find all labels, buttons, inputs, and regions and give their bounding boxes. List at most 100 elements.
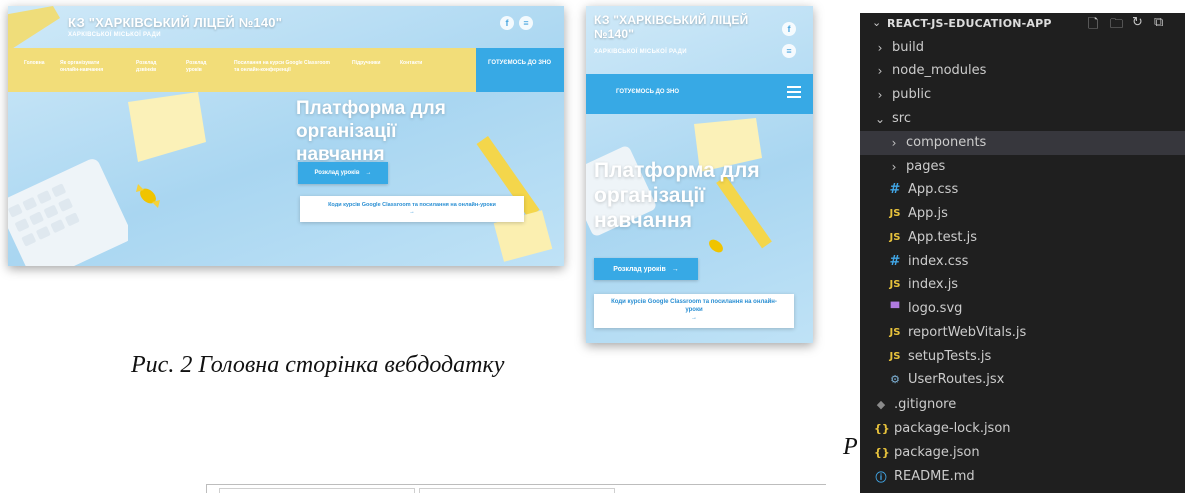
tree-item-label: src — [892, 111, 911, 127]
javascript-file-icon: JS — [889, 327, 901, 339]
folder-row[interactable]: › build — [860, 36, 1185, 60]
candy-decoration — [136, 184, 160, 208]
explorer-header[interactable]: ⌄ REACT-JS-EDUCATION-APP 🗋 🗀 ↻ ⧉ — [860, 13, 1185, 35]
schedule-button-label: Розклад уроків — [314, 170, 360, 176]
tree-item-label: reportWebVitals.js — [908, 325, 1027, 341]
file-row[interactable]: {} package.json — [860, 441, 1185, 465]
tree-item-label: pages — [906, 159, 946, 175]
chevron-down-icon[interactable]: ⌄ — [874, 112, 886, 126]
file-row[interactable]: ⓘ README.md — [860, 465, 1185, 489]
new-file-icon[interactable]: 🗋 — [1088, 15, 1098, 37]
folder-row[interactable]: › pages — [860, 155, 1185, 179]
javascript-file-icon: JS — [889, 279, 901, 291]
arrow-right-icon: → — [365, 170, 372, 176]
facebook-icon[interactable]: f — [782, 22, 796, 36]
css-file-icon: # — [889, 182, 901, 198]
table-cell — [219, 488, 415, 493]
tree-item-label: package-lock.json — [894, 421, 1011, 437]
file-row[interactable]: {} package-lock.json — [860, 417, 1185, 441]
schedule-button[interactable]: Розклад уроків → — [594, 258, 698, 280]
nav-item-online-learning[interactable]: Як організувати онлайн-навчання — [60, 60, 120, 73]
nav-cta-zno[interactable]: ГОТУЄМОСЬ ДО ЗНО — [476, 48, 564, 92]
react-gear-icon: ⚙ — [890, 373, 900, 387]
nav-item-bell-schedule[interactable]: Розклад дзвінків — [136, 60, 176, 73]
new-folder-icon[interactable]: 🗀 — [1110, 15, 1123, 37]
keyboard-decoration — [8, 159, 128, 266]
mobile-nav-bar: ГОТУЄМОСЬ ДО ЗНО — [586, 74, 813, 114]
nav-item-classroom-links[interactable]: Посилання на курси Google Classroom та о… — [234, 60, 334, 73]
tree-item-label: setupTests.js — [908, 349, 992, 365]
vscode-explorer-panel: ⌄ REACT-JS-EDUCATION-APP 🗋 🗀 ↻ ⧉ › build ›… — [860, 13, 1185, 493]
tree-item-label: build — [892, 40, 924, 56]
chevron-right-icon[interactable]: › — [874, 64, 886, 78]
tree-item-label: README.md — [894, 469, 975, 485]
folder-row[interactable]: › components — [860, 131, 1185, 155]
figure-caption: Рис. 2 Головна сторінка вебдодатку — [131, 352, 505, 378]
javascript-file-icon: JS — [889, 351, 901, 363]
file-row[interactable]: JS App.js — [860, 202, 1185, 226]
tree-item-label: package.json — [894, 445, 980, 461]
tree-item-label: index.js — [908, 277, 959, 293]
folder-row[interactable]: ⌄ src — [860, 107, 1185, 131]
tree-item-label: node_modules — [892, 63, 987, 79]
tree-item-label: components — [906, 135, 987, 151]
javascript-file-icon: JS — [889, 232, 901, 244]
arrow-right-icon: → — [409, 209, 415, 215]
nav-item-home[interactable]: Головна — [24, 60, 54, 67]
classroom-links-label: Коди курсів Google Classroom та посиланн… — [611, 299, 777, 314]
tree-item-label: App.js — [908, 206, 948, 222]
hero-title: Платформа для організації навчання — [296, 98, 446, 165]
nav-item-lesson-schedule[interactable]: Розклад уроків — [186, 60, 222, 73]
nav-item-contacts[interactable]: Контакти — [400, 60, 440, 67]
tree-item-label: .gitignore — [894, 397, 957, 413]
chevron-down-icon[interactable]: ⌄ — [872, 16, 881, 29]
chevron-right-icon[interactable]: › — [874, 41, 886, 55]
refresh-icon[interactable]: ↻ — [1132, 15, 1143, 30]
classroom-links-button[interactable]: Коди курсів Google Classroom та посиланн… — [300, 196, 524, 222]
tree-item-label: public — [892, 87, 932, 103]
folder-row[interactable]: › public — [860, 83, 1185, 107]
git-file-icon: ◆ — [876, 398, 886, 412]
hamburger-menu-icon[interactable] — [787, 86, 801, 98]
file-row[interactable]: ▀ logo.svg — [860, 297, 1185, 321]
schedule-button[interactable]: Розклад уроків → — [298, 162, 388, 184]
file-row[interactable]: JS App.test.js — [860, 226, 1185, 250]
tree-item-label: App.css — [908, 182, 959, 198]
school-icon[interactable]: ≡ — [782, 44, 796, 58]
file-row[interactable]: JS reportWebVitals.js — [860, 321, 1185, 345]
hero-title: Платформа для організації навчання — [594, 159, 760, 233]
site-subtitle: ХАРКІВСЬКОЇ МІСЬКОЇ РАДИ — [68, 32, 161, 38]
file-row[interactable]: JS setupTests.js — [860, 345, 1185, 369]
school-icon[interactable]: ≡ — [519, 16, 533, 30]
chevron-right-icon[interactable]: › — [888, 160, 900, 174]
nav-cta-zno[interactable]: ГОТУЄМОСЬ ДО ЗНО — [616, 89, 679, 95]
css-file-icon: # — [889, 254, 901, 270]
file-row[interactable]: JS index.js — [860, 273, 1185, 297]
chevron-right-icon[interactable]: › — [874, 88, 886, 102]
tree-item-label: UserRoutes.jsx — [908, 372, 1005, 388]
file-row[interactable]: # index.css — [860, 250, 1185, 274]
svg-file-icon: ▀ — [890, 302, 900, 316]
info-file-icon: ⓘ — [875, 470, 887, 484]
file-row[interactable]: ⚙ UserRoutes.jsx — [860, 368, 1185, 392]
tree-item-label: index.css — [908, 254, 969, 270]
file-row[interactable]: # App.css — [860, 178, 1185, 202]
arrow-right-icon: → — [671, 265, 679, 273]
schedule-button-label: Розклад уроків — [613, 265, 666, 273]
classroom-links-button[interactable]: Коди курсів Google Classroom та посиланн… — [594, 294, 794, 328]
facebook-icon[interactable]: f — [500, 16, 514, 30]
project-name: REACT-JS-EDUCATION-APP — [887, 17, 1052, 30]
chevron-right-icon[interactable]: › — [888, 136, 900, 150]
arrow-right-icon: → — [691, 314, 697, 321]
figure-caption-partial: Р — [843, 434, 858, 460]
paper-decoration — [128, 92, 206, 162]
json-file-icon: {} — [874, 446, 890, 460]
file-row[interactable]: ◆ .gitignore — [860, 393, 1185, 417]
json-file-icon: {} — [874, 422, 890, 436]
nav-item-textbooks[interactable]: Підручники — [352, 60, 392, 67]
desktop-nav-bar: Головна Як організувати онлайн-навчання … — [8, 48, 564, 92]
desktop-site-screenshot: КЗ "ХАРКІВСЬКИЙ ЛІЦЕЙ №140" ХАРКІВСЬКОЇ … — [8, 6, 564, 266]
collapse-all-icon[interactable]: ⧉ — [1154, 15, 1163, 30]
table-fragment — [206, 484, 826, 493]
folder-row[interactable]: › node_modules — [860, 59, 1185, 83]
